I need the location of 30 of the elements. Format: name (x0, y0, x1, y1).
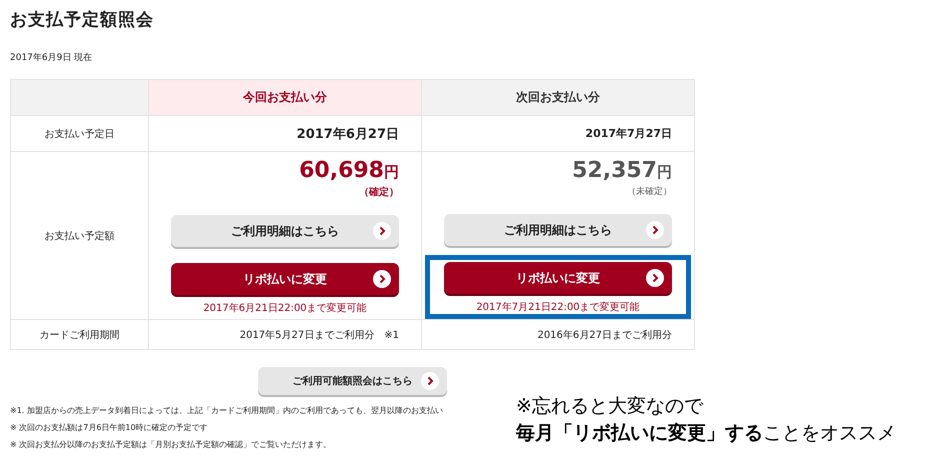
column-header: 次回お支払い分 (422, 80, 695, 116)
table-cell: 2017年7月27日 (422, 116, 695, 152)
revolving-payment-button[interactable]: リボ払いに変更 (171, 263, 399, 295)
chevron-right-icon (373, 270, 391, 288)
row-label: カードご利用期間 (11, 320, 149, 350)
chevron-right-icon (646, 221, 664, 239)
table-cell: 2017年6月27日 (149, 116, 422, 152)
row-label: お支払い予定日 (11, 116, 149, 152)
revolving-payment-button[interactable]: リボ払いに変更 (444, 262, 672, 294)
chevron-right-icon (646, 269, 664, 287)
details-button[interactable]: ご利用明細はこちら (171, 215, 399, 247)
change-deadline: 2017年6月21日22:00まで変更可能 (203, 302, 367, 315)
footnote: ※ 次回のお支払額は7月6日午前10時に確定の予定です (10, 422, 208, 433)
as-of-date: 2017年6月9日 現在 (10, 52, 94, 64)
chevron-right-icon (421, 372, 439, 390)
available-amount-button[interactable]: ご利用可能額照会はこちら (258, 367, 447, 395)
row-label: お支払い予定額 (11, 152, 149, 320)
footnote: ※ 次回お支払分以降のお支払予定額は「月別お支払予定額の確認」でご覧いただけます。 (10, 439, 332, 450)
details-button[interactable]: ご利用明細はこちら (444, 214, 672, 246)
amount-status: （未確定） (627, 186, 672, 198)
table-cell: 2016年6月27日までご利用分 (422, 320, 695, 350)
table-cell: 2017年5月27日までご利用分 ※1 (149, 320, 422, 350)
amount-value: 52,357円 (572, 158, 672, 183)
column-header: 今回お支払い分 (149, 80, 422, 116)
amount-status: （確定） (359, 185, 399, 199)
amount-value: 60,698円 (299, 158, 399, 183)
chevron-right-icon (373, 222, 391, 240)
page-title: お支払予定額照会 (10, 9, 155, 31)
change-deadline: 2017年7月21日22:00まで変更可能 (476, 300, 640, 314)
footnote: ※1. 加盟店からの売上データ到着日によっては、上記「カードご利用期間」内のご利用であっても、翌月以降のお支払い (10, 405, 443, 416)
